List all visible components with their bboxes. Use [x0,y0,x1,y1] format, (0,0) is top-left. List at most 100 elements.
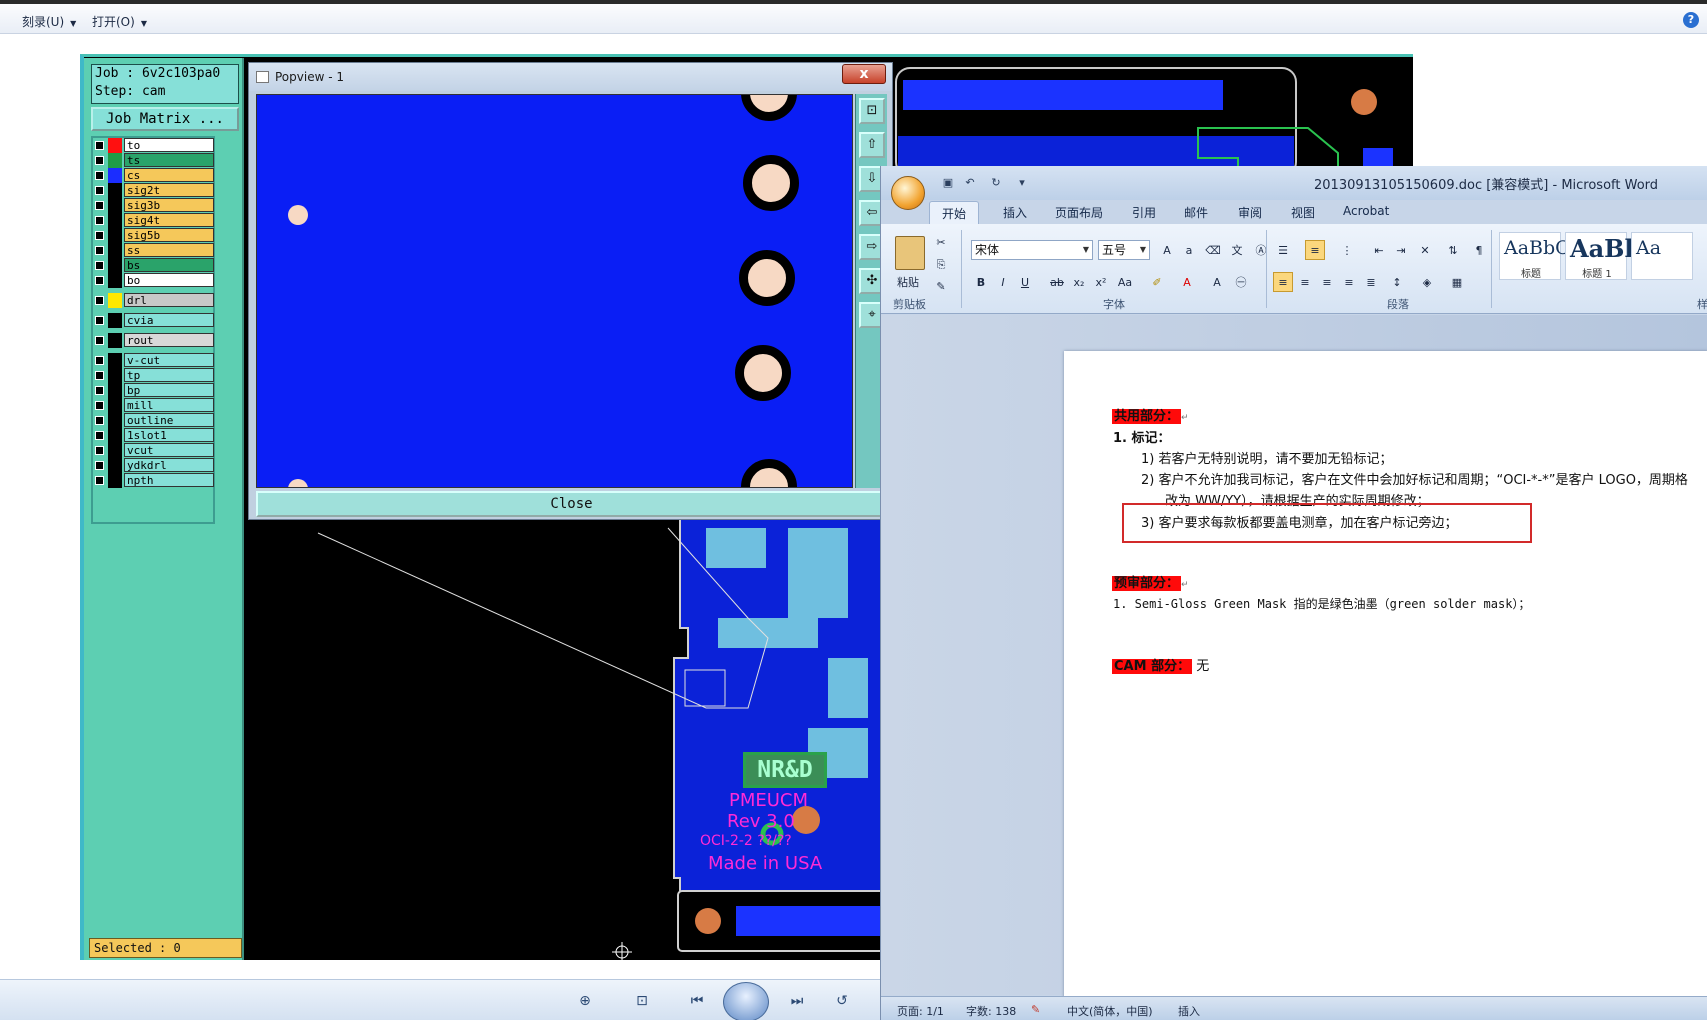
style-heading-1[interactable]: AaBl 标题 1 [1565,232,1634,280]
paste-icon[interactable] [895,236,925,270]
tab-home[interactable]: 开始 [929,201,980,225]
phonetic-guide-icon[interactable]: 文 [1227,240,1247,260]
show-marks-icon[interactable]: ¶ [1469,240,1489,260]
zoom-fit-icon[interactable]: ⊡ [859,98,885,124]
zoom-in-icon[interactable]: ⇧ [859,132,885,158]
layer-name[interactable]: drl [124,293,214,307]
popview-title-bar[interactable]: Popview - 1 x [249,63,892,91]
align-left-icon[interactable]: ≡ [1273,272,1293,292]
layer-checkbox[interactable] [95,156,104,165]
layer-checkbox[interactable] [95,461,104,470]
layer-name[interactable]: ss [124,243,214,257]
justify-icon[interactable]: ≡ [1339,272,1359,292]
layer-name[interactable]: v-cut [124,353,214,367]
copy-icon[interactable]: ⎘ [931,254,951,274]
layer-name[interactable]: cvia [124,313,214,327]
layer-row[interactable]: outline [93,413,214,428]
layer-checkbox[interactable] [95,446,104,455]
burn-menu[interactable]: 刻录(U) ▼ [22,13,76,30]
chinese-layout-icon[interactable]: ✕ [1415,240,1435,260]
layer-checkbox[interactable] [95,356,104,365]
underline-icon[interactable]: U [1015,272,1035,292]
superscript-icon[interactable]: x² [1091,272,1111,292]
redo-icon[interactable]: ↻ [989,176,1003,190]
subscript-icon[interactable]: x₂ [1069,272,1089,292]
clear-format-icon[interactable]: ⌫ [1203,240,1223,260]
undo-icon[interactable]: ↶ [963,176,977,190]
tab-acrobat[interactable]: Acrobat [1343,204,1389,218]
bold-icon[interactable]: B [971,272,991,292]
layer-checkbox[interactable] [95,336,104,345]
open-menu[interactable]: 打开(O) ▼ [92,13,147,30]
layer-checkbox[interactable] [95,261,104,270]
enclose-char-icon[interactable]: ㊀ [1231,272,1251,292]
style-title[interactable]: AaBbC 标题 [1499,232,1570,280]
popview-canvas[interactable] [256,94,853,488]
zoom-icon[interactable]: ⊕ [573,991,597,1011]
multilevel-list-icon[interactable]: ⋮ [1337,240,1357,260]
strikethrough-icon[interactable]: ab [1047,272,1067,292]
font-size-select[interactable]: 五号 ▼ [1098,240,1150,260]
numbering-icon[interactable]: ≡ [1305,240,1325,260]
status-insert-mode[interactable]: 插入 [1178,1003,1200,1019]
layer-checkbox[interactable] [95,371,104,380]
layer-checkbox[interactable] [95,316,104,325]
next-icon[interactable]: ⏭ [785,991,809,1011]
layer-row[interactable]: bp [93,383,214,398]
layer-checkbox[interactable] [95,216,104,225]
distribute-icon[interactable]: ≣ [1361,272,1381,292]
layer-name[interactable]: ydkdrl [124,458,214,472]
layer-checkbox[interactable] [95,186,104,195]
layer-checkbox[interactable] [95,476,104,485]
change-case-icon[interactable]: Aa [1115,272,1135,292]
decrease-indent-icon[interactable]: ⇤ [1369,240,1389,260]
status-language[interactable]: 中文(简体，中国) [1067,1003,1153,1019]
layer-name[interactable]: vcut [124,443,214,457]
actual-size-icon[interactable]: ⊡ [630,991,654,1011]
layer-checkbox[interactable] [95,386,104,395]
layer-row[interactable]: sig5b [93,228,214,243]
tab-page-layout[interactable]: 页面布局 [1055,204,1103,221]
grow-font-icon[interactable]: A [1157,240,1177,260]
word-title-bar[interactable]: ▣ ↶ ↻ ▾ 20130913105150609.doc [兼容模式] - M… [881,166,1707,200]
char-border-icon[interactable]: Ⓐ [1251,240,1271,260]
layer-checkbox[interactable] [95,141,104,150]
layer-row[interactable]: ss [93,243,214,258]
previous-icon[interactable]: ⏮ [685,991,709,1011]
layer-name[interactable]: outline [124,413,214,427]
align-right-icon[interactable]: ≡ [1317,272,1337,292]
layer-row[interactable]: 1slot1 [93,428,214,443]
layer-name[interactable]: sig4t [124,213,214,227]
layer-name[interactable]: bs [124,258,214,272]
spelling-icon[interactable]: ✎ [1031,1003,1040,1016]
layer-row[interactable]: bs [93,258,214,273]
cut-icon[interactable]: ✂ [931,232,951,252]
layer-row[interactable]: sig2t [93,183,214,198]
layer-checkbox[interactable] [95,276,104,285]
paste-label[interactable]: 粘贴 [897,274,919,290]
layer-checkbox[interactable] [95,296,104,305]
layer-row[interactable]: bo [93,273,214,288]
layer-checkbox[interactable] [95,416,104,425]
save-icon[interactable]: ▣ [941,176,955,190]
layer-name[interactable]: ts [124,153,214,167]
layer-row[interactable]: cs [93,168,214,183]
char-shading-icon[interactable]: A [1207,272,1227,292]
highlight-icon[interactable]: ✐ [1147,272,1167,292]
layer-checkbox[interactable] [95,171,104,180]
layer-row[interactable]: npth [93,473,214,488]
increase-indent-icon[interactable]: ⇥ [1391,240,1411,260]
layer-row[interactable]: drl [93,293,214,308]
sort-icon[interactable]: ⇅ [1443,240,1463,260]
rotate-left-icon[interactable]: ↺ [830,991,854,1011]
bullets-icon[interactable]: ☰ [1273,240,1293,260]
popview-close-x-button[interactable]: x [842,64,886,84]
format-painter-icon[interactable]: ✎ [931,276,951,296]
shrink-font-icon[interactable]: a [1179,240,1199,260]
layer-name[interactable]: cs [124,168,214,182]
help-icon[interactable]: ? [1683,12,1699,28]
italic-icon[interactable]: I [993,272,1013,292]
layer-name[interactable]: bo [124,273,214,287]
font-name-select[interactable]: 宋体 ▼ [971,240,1093,260]
line-spacing-icon[interactable]: ↕ [1387,272,1407,292]
